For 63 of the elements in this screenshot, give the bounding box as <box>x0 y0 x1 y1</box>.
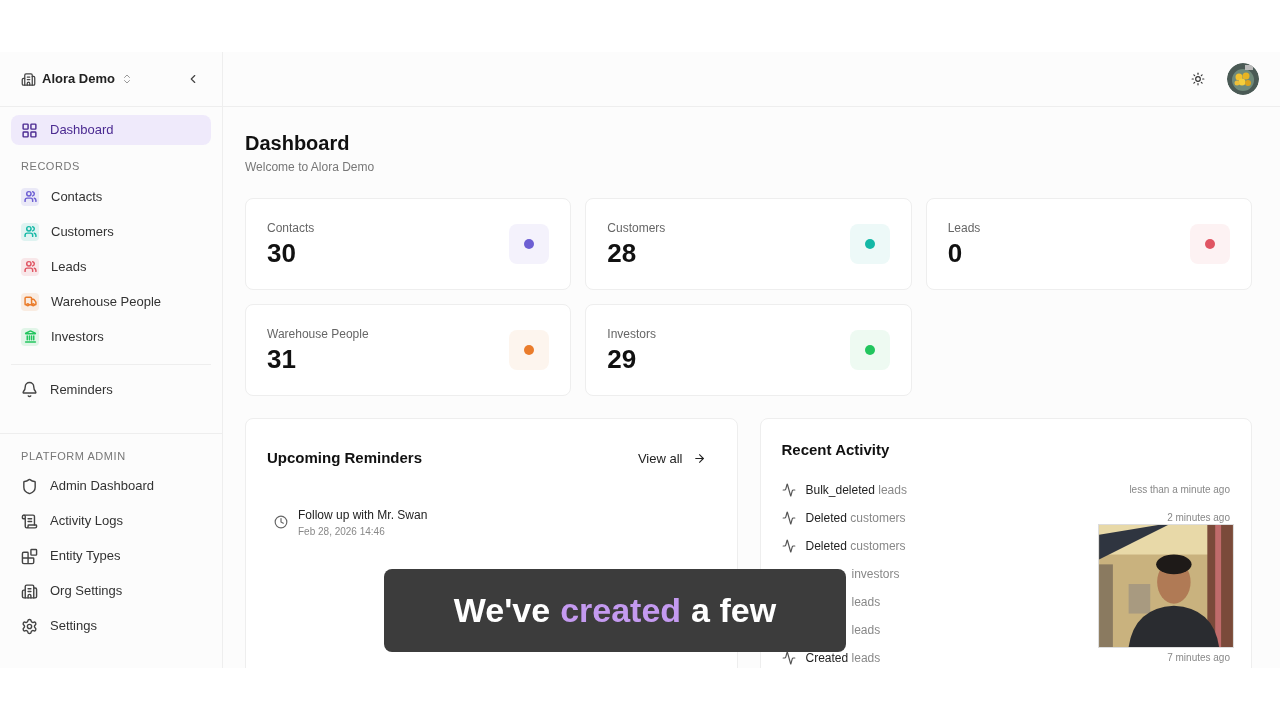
sidebar-item[interactable]: Admin Dashboard <box>11 471 211 501</box>
activity-text: investors <box>850 565 900 583</box>
activity-time: 2 minutes ago <box>1167 511 1230 525</box>
shield-icon <box>21 477 38 495</box>
stat-label: Contacts <box>267 219 315 237</box>
sidebar-item[interactable]: Customers <box>11 216 211 247</box>
truck-icon <box>21 292 39 311</box>
sidebar-item[interactable]: Dashboard <box>11 115 211 145</box>
activity-text: leads <box>850 621 881 639</box>
reminder-title[interactable]: Follow up with Mr. Swan <box>298 505 428 524</box>
activity-icon <box>781 482 796 497</box>
bell-icon <box>21 381 38 398</box>
page-subtitle: Welcome to Alora Demo <box>245 159 376 176</box>
stat-value: 30 <box>267 236 297 270</box>
scroll-icon <box>21 512 38 530</box>
activity-time: 7 minutes ago <box>1167 651 1230 665</box>
stat-value: 0 <box>947 236 964 270</box>
section-heading: RECORDS <box>20 159 81 174</box>
stat-label: Customers <box>607 219 666 237</box>
sidebar-item[interactable]: Contacts <box>11 181 211 212</box>
activity-text: Created leads <box>805 649 881 667</box>
page-title: Dashboard <box>245 131 351 156</box>
activity-time: less than a minute ago <box>1129 483 1230 497</box>
video-caption: We've created a few <box>384 569 846 652</box>
card-title: Recent Activity <box>781 440 891 460</box>
card-title: Upcoming Reminders <box>267 448 423 468</box>
view-all-link[interactable]: View all <box>637 448 706 468</box>
clock-icon <box>274 515 288 529</box>
activity-text: leads <box>850 593 881 611</box>
stat-label: Investors <box>607 325 656 343</box>
sidebar-item[interactable]: Org Settings <box>11 576 211 606</box>
activity-icon <box>781 650 796 665</box>
reminder-time: Feb 28, 2026 14:46 <box>298 524 386 539</box>
activity-text: Bulk_deleted leads <box>805 481 907 499</box>
theme-toggle-icon[interactable] <box>1191 72 1205 86</box>
activity-text: Deleted customers <box>805 509 906 527</box>
activity-icon <box>781 510 796 525</box>
arrow-right-icon <box>692 451 706 465</box>
sidebar-item[interactable]: Warehouse People <box>11 286 211 317</box>
activity-icon <box>781 538 796 553</box>
activity-text: Deleted customers <box>805 537 906 555</box>
sidebar-item[interactable]: Leads <box>11 251 211 282</box>
stat-value: 29 <box>607 342 638 376</box>
settings-icon <box>21 617 38 635</box>
section-heading: PLATFORM ADMIN <box>20 448 127 464</box>
people-icon <box>21 187 39 206</box>
sidebar-item[interactable]: Investors <box>11 321 211 352</box>
sidebar-item[interactable]: Settings <box>11 611 211 641</box>
people-icon <box>21 257 39 276</box>
stat-value: 28 <box>607 236 638 270</box>
stat-label: Warehouse People <box>267 325 369 343</box>
building-icon <box>21 71 36 87</box>
stat-label: Leads <box>947 219 981 237</box>
blocks-icon <box>21 547 38 565</box>
grid-icon <box>21 121 38 139</box>
building-icon <box>21 582 38 600</box>
sidebar-item[interactable]: Activity Logs <box>11 506 211 536</box>
stat-value: 31 <box>267 342 297 376</box>
bank-icon <box>21 327 39 346</box>
sidebar-item[interactable]: Entity Types <box>11 541 211 571</box>
sidebar-item[interactable]: Reminders <box>11 374 211 405</box>
people-icon <box>21 222 39 241</box>
org-switcher[interactable]: Alora Demo <box>21 69 133 89</box>
